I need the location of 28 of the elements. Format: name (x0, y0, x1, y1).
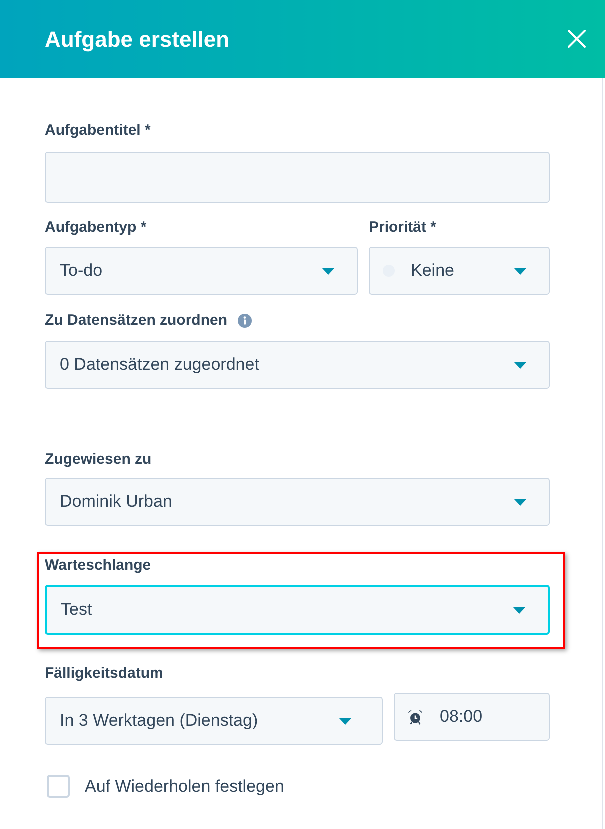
caret-icon (513, 606, 526, 614)
field-label: Aufgabentitel * (45, 121, 152, 141)
dialog-title: Aufgabe erstellen (45, 26, 230, 54)
caret-icon (322, 268, 335, 274)
caret-icon (514, 498, 527, 506)
field-label: Zu Datensätzen zuordnen (45, 311, 228, 331)
dropdown-select[interactable]: In 3 Werktagen (Dienstag) (45, 697, 383, 745)
dropdown-select[interactable]: 0 Datensätzen zugeordnet (45, 341, 550, 389)
caret-icon (514, 268, 527, 274)
input-field[interactable] (45, 152, 550, 203)
info-icon[interactable] (238, 314, 252, 328)
close-icon[interactable] (568, 30, 586, 48)
dropdown-select[interactable]: Keine (369, 247, 550, 295)
field-label: Fälligkeitsdatum (45, 664, 164, 684)
checkbox[interactable] (47, 775, 70, 798)
caret-icon (514, 362, 527, 368)
checkbox-label: Auf Wiederholen festlegen (85, 776, 284, 798)
time-value: 08:00 (440, 706, 483, 728)
field-label: Zugewiesen zu (45, 450, 153, 470)
dropdown-select[interactable]: To-do (45, 247, 358, 295)
dropdown-select[interactable]: Dominik Urban (45, 478, 550, 526)
time-field[interactable]: 08:00 (394, 693, 550, 741)
field-label: Priorität * (369, 218, 438, 238)
dropdown-select[interactable]: Test (45, 585, 550, 635)
caret-icon (339, 718, 352, 724)
alarm-clock-icon (408, 710, 423, 724)
field-label: Warteschlange (45, 556, 152, 576)
field-label: Aufgabentyp * (45, 218, 148, 238)
